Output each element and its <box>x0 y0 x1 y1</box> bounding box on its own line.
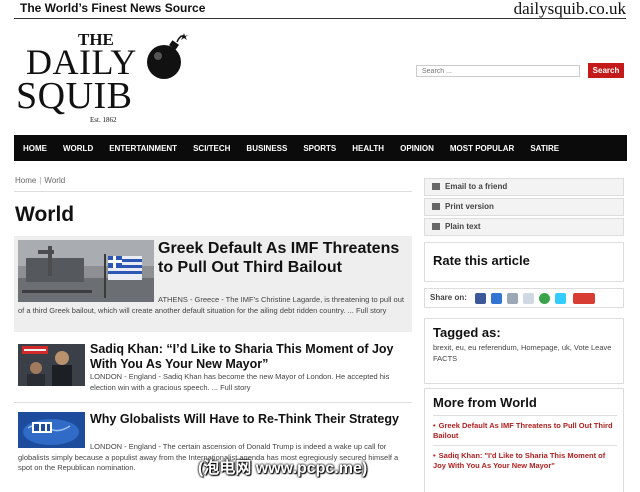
rate-article-box: Rate this article <box>424 242 624 282</box>
featured-article: Greek Default As IMF Threatens to Pull O… <box>14 236 412 332</box>
more-list-item[interactable]: • Sadiq Khan: "I'd Like to Sharia This Mo… <box>433 451 619 471</box>
site-tagline: The World’s Finest News Source <box>20 1 206 15</box>
rate-title: Rate this article <box>433 253 530 268</box>
page-title: World <box>15 203 75 226</box>
article-headline[interactable]: Sadiq Khan: “I’d Like to Sharia This Mom… <box>90 342 408 371</box>
tags-box: Tagged as: brexit, eu, eu referendum, Ho… <box>424 318 624 384</box>
share-box: Share on: <box>424 288 624 308</box>
breadcrumb: Home | World <box>15 176 65 185</box>
nav-item-health[interactable]: HEALTH <box>352 144 384 153</box>
email-to-friend-button[interactable]: Email to a friend <box>424 178 624 196</box>
search-input[interactable] <box>416 65 580 77</box>
article-divider <box>14 402 412 403</box>
nav-item-opinion[interactable]: OPINION <box>400 144 434 153</box>
watermark: (泡电网 www.pcpc.me) <box>198 460 368 477</box>
article-excerpt: LONDON - England - Sadiq Khan has become… <box>90 372 390 392</box>
search-button[interactable]: Search <box>588 63 624 78</box>
nav-item-entertainment[interactable]: ENTERTAINMENT <box>109 144 177 153</box>
document-icon <box>432 223 440 230</box>
article-excerpt: ATHENS - Greece - The IMF’s Christine La… <box>18 295 404 315</box>
article-headline[interactable]: Why Globalists Will Have to Re-Think The… <box>90 412 408 427</box>
digg-icon[interactable] <box>507 293 518 304</box>
site-logo[interactable]: THE DAILY SQUIB Est. 1862 <box>16 30 191 125</box>
share-label: Share on: <box>430 293 467 302</box>
breadcrumb-separator: | <box>39 176 42 185</box>
nav-item-business[interactable]: BUSINESS <box>246 144 287 153</box>
print-version-button[interactable]: Print version <box>424 198 624 216</box>
tag-list[interactable]: brexit, eu, eu referendum, Homepage, uk,… <box>433 343 618 365</box>
reddit-icon[interactable] <box>523 293 534 304</box>
bomb-icon <box>147 33 188 79</box>
tool-label: Email to a friend <box>445 182 508 191</box>
bullet-icon: • <box>433 421 436 430</box>
nav-item-satire[interactable]: SATIRE <box>530 144 559 153</box>
breadcrumb-current[interactable]: World <box>44 176 65 185</box>
logo-squib: SQUIB <box>16 75 133 117</box>
nav-item-most-popular[interactable]: MOST POPULAR <box>450 144 514 153</box>
plain-text-button[interactable]: Plain text <box>424 218 624 236</box>
breadcrumb-divider <box>14 191 412 192</box>
site-domain[interactable]: dailysquib.co.uk <box>514 0 626 19</box>
breadcrumb-home[interactable]: Home <box>15 176 36 185</box>
article-list-item: Why Globalists Will Have to Re-Think The… <box>14 408 412 492</box>
article-thumbnail-greek[interactable] <box>18 240 154 302</box>
more-item-label: Greek Default As IMF Threatens to Pull O… <box>433 421 613 441</box>
envelope-icon <box>432 183 440 190</box>
main-navigation: HOME WORLD ENTERTAINMENT SCI/TECH BUSINE… <box>14 135 627 161</box>
google-plus-icon[interactable] <box>573 293 595 304</box>
nav-item-world[interactable]: WORLD <box>63 144 93 153</box>
more-item-label: Sadiq Khan: "I'd Like to Sharia This Mom… <box>433 451 606 471</box>
more-title: More from World <box>433 395 537 410</box>
stumbleupon-icon[interactable] <box>539 293 550 304</box>
more-from-world-box: More from World • Greek Default As IMF Th… <box>424 388 624 492</box>
top-bar: The World’s Finest News Source dailysqui… <box>14 0 626 19</box>
more-divider <box>433 415 617 416</box>
twitter-icon[interactable] <box>555 293 566 304</box>
article-thumbnail-khan[interactable] <box>18 344 85 386</box>
bullet-icon: • <box>433 451 436 460</box>
more-divider <box>433 445 617 446</box>
tool-label: Print version <box>445 202 494 211</box>
more-list-item[interactable]: • Greek Default As IMF Threatens to Pull … <box>433 421 619 441</box>
tagged-title: Tagged as: <box>433 325 501 340</box>
tool-label: Plain text <box>445 222 481 231</box>
nav-item-sports[interactable]: SPORTS <box>303 144 336 153</box>
logo-established: Est. 1862 <box>90 116 117 124</box>
facebook-icon[interactable] <box>475 293 486 304</box>
printer-icon <box>432 203 440 210</box>
nav-item-sci-tech[interactable]: SCI/TECH <box>193 144 230 153</box>
nav-item-home[interactable]: HOME <box>23 144 47 153</box>
article-list-item: Sadiq Khan: “I’d Like to Sharia This Mom… <box>14 340 412 400</box>
article-headline[interactable]: Greek Default As IMF Threatens to Pull O… <box>158 240 404 277</box>
delicious-icon[interactable] <box>491 293 502 304</box>
